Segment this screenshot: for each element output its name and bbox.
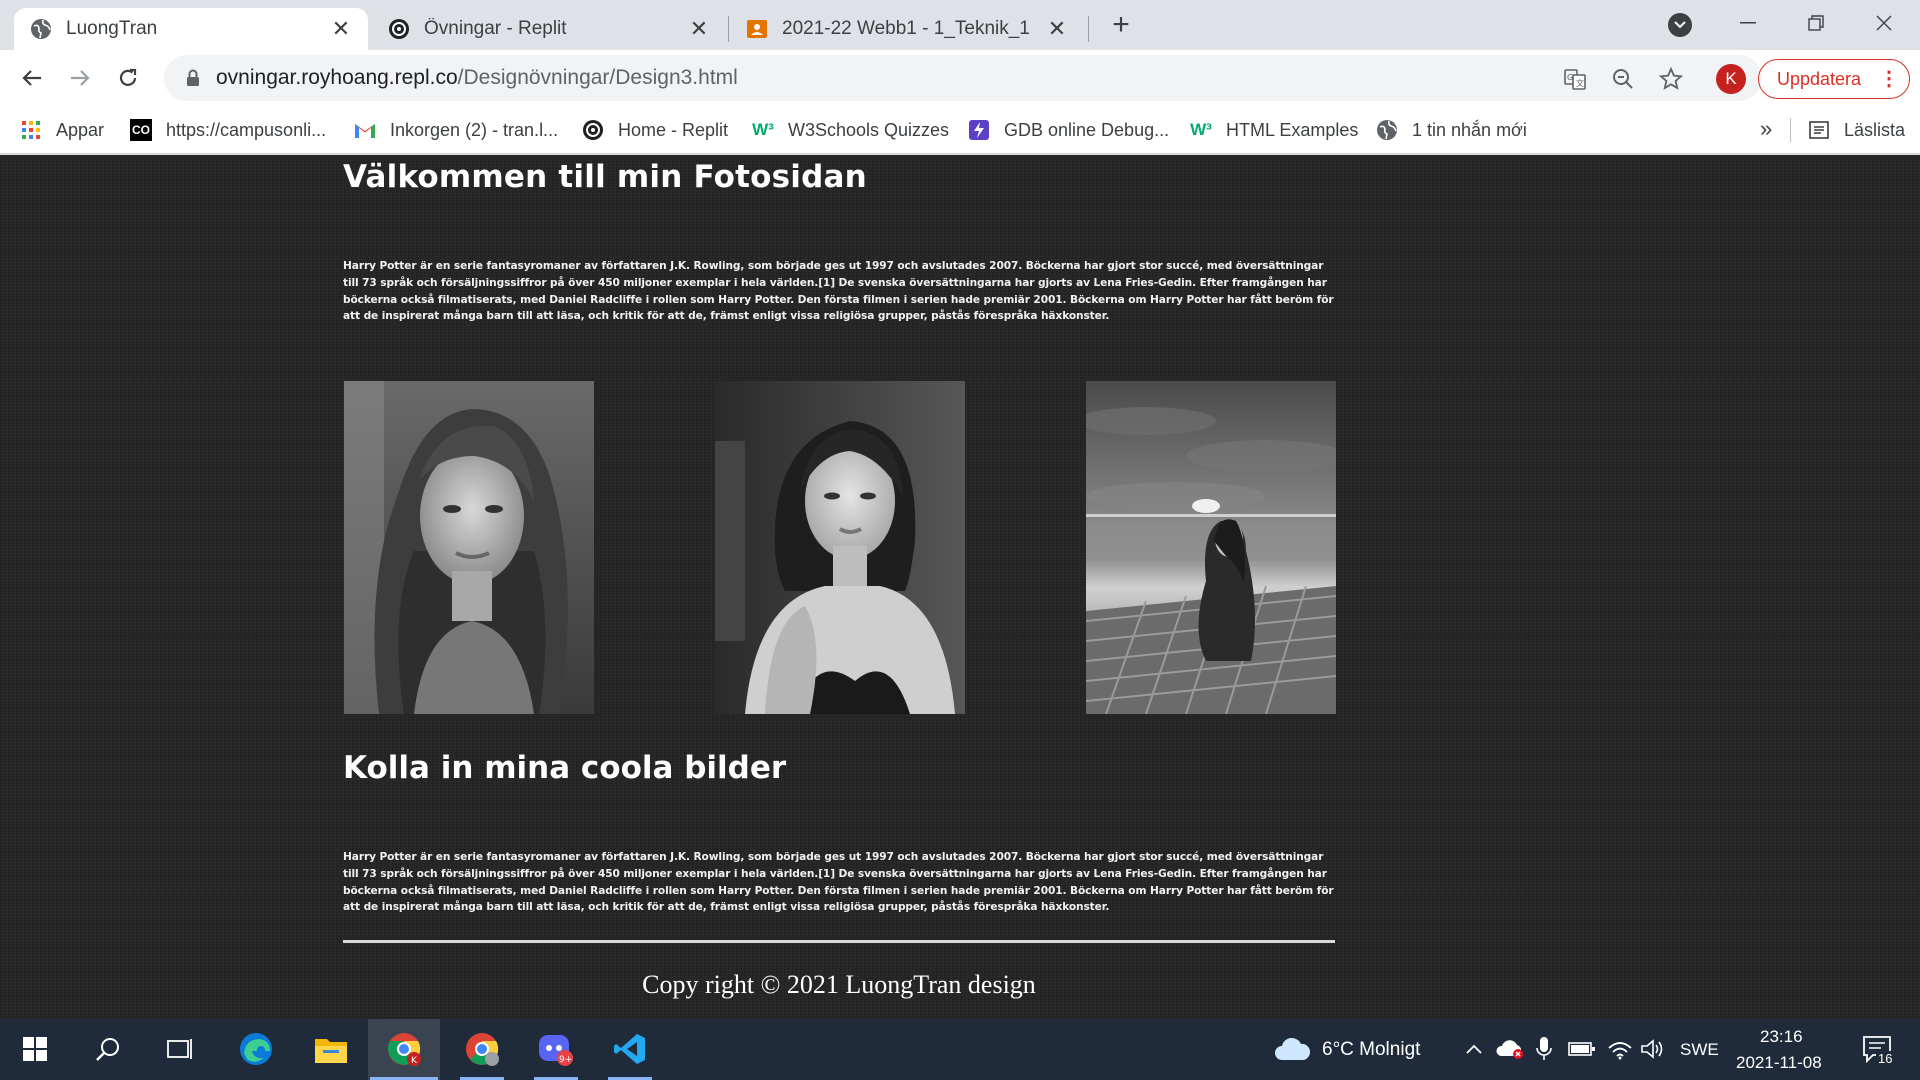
tab-title: Övningar - Replit (424, 18, 567, 39)
classroom-icon (746, 18, 768, 40)
weather-cloud-icon[interactable] (1272, 1029, 1312, 1069)
intro-paragraph: Harry Potter är en serie fantasyromaner … (343, 260, 1334, 323)
bookmark-appar[interactable]: Appar (20, 116, 104, 144)
chrome-profile-icon[interactable] (462, 1029, 502, 1069)
update-label: Uppdatera (1777, 68, 1862, 89)
windows-taskbar: K 9+ 6°C Molnigt SWE 23:16 2021-11-08 16 (0, 1019, 1920, 1080)
restore-icon[interactable] (1796, 8, 1836, 38)
back-button[interactable] (16, 62, 48, 94)
reading-list[interactable]: Läslista (1808, 116, 1905, 144)
w3schools-icon: W³ (752, 120, 774, 139)
microphone-icon[interactable] (1524, 1029, 1564, 1069)
globe-icon (1376, 119, 1398, 141)
photo-portrait-woman (344, 381, 594, 714)
tab-classroom[interactable]: 2021-22 Webb1 - 1_Teknik_1 ✕ (730, 8, 1084, 50)
task-view-icon[interactable] (160, 1029, 200, 1069)
second-paragraph: Harry Potter är en serie fantasyromaner … (343, 851, 1334, 914)
tab-strip: LuongTran ✕ Övningar - Replit ✕ 2021-22 … (0, 0, 1920, 50)
tab-title: LuongTran (66, 18, 158, 39)
search-icon[interactable] (88, 1029, 128, 1069)
bookmark-label: W3Schools Quizzes (788, 119, 950, 140)
bookmarks-bar: Appar CO https://campusonli... Inkorgen … (0, 106, 1920, 154)
discord-icon[interactable]: 9+ (536, 1029, 576, 1069)
tab-search-icon[interactable] (1668, 13, 1692, 37)
bookmark-tin-nhan[interactable]: 1 tin nhắn mới (1376, 116, 1527, 144)
bookmark-inkorgen[interactable]: Inkorgen (2) - tran.l... (354, 116, 558, 144)
bookmark-label: Inkorgen (2) - tran.l... (390, 119, 559, 140)
bookmark-label: Appar (56, 119, 105, 140)
close-icon[interactable]: ✕ (688, 16, 710, 41)
reload-button[interactable] (112, 62, 144, 94)
footer-copyright: Copy right © 2021 LuongTran design (642, 970, 1036, 999)
gdb-icon (968, 119, 990, 141)
replit-icon (388, 18, 410, 40)
lock-icon[interactable] (182, 67, 204, 89)
bookmark-label: 1 tin nhắn mới (1412, 119, 1527, 140)
replit-icon (582, 119, 604, 141)
bookmarks-divider (1790, 118, 1791, 142)
clock-time[interactable]: 23:16 (1760, 1027, 1803, 1047)
bookmark-label: GDB online Debug... (1004, 119, 1170, 140)
section-title: Kolla in mina coola bilder (343, 750, 787, 786)
chrome-icon[interactable]: K (384, 1029, 424, 1069)
url-text[interactable]: ovningar.royhoang.repl.co/Designövningar… (216, 66, 738, 90)
weather-text[interactable]: 6°C Molnigt (1322, 1039, 1420, 1061)
more-menu-icon[interactable]: ⋮ (1879, 68, 1899, 90)
globe-icon (30, 18, 52, 40)
tab-separator (728, 16, 729, 42)
battery-icon[interactable] (1562, 1029, 1602, 1069)
bookmark-w3schools-quizzes[interactable]: W³ W3Schools Quizzes (752, 116, 949, 144)
clock-date[interactable]: 2021-11-08 (1736, 1053, 1822, 1073)
tab-luongtran[interactable]: LuongTran ✕ (14, 8, 368, 50)
new-tab-button[interactable]: + (1106, 10, 1136, 40)
svg-text:文: 文 (1576, 78, 1584, 88)
tab-separator (1088, 16, 1089, 42)
bookmark-label: Home - Replit (618, 119, 729, 140)
profile-avatar[interactable]: K (1716, 64, 1746, 94)
url-path: /Designövningar/Design3.html (457, 66, 738, 89)
co-icon: CO (130, 119, 152, 141)
forward-button[interactable] (64, 62, 96, 94)
update-button[interactable]: Uppdatera ⋮ (1758, 59, 1910, 99)
close-icon[interactable]: ✕ (1046, 16, 1068, 41)
page-title: Välkommen till min Fotosidan (343, 159, 867, 195)
close-icon[interactable]: ✕ (330, 16, 352, 41)
browser-toolbar: ovningar.royhoang.repl.co/Designövningar… (0, 50, 1920, 106)
bookmark-campusonline[interactable]: CO https://campusonli... (130, 116, 326, 144)
address-bar[interactable]: ovningar.royhoang.repl.co/Designövningar… (164, 55, 1762, 101)
file-explorer-icon[interactable] (311, 1029, 351, 1069)
gmail-icon (354, 119, 376, 141)
volume-icon[interactable] (1632, 1029, 1672, 1069)
vscode-icon[interactable] (610, 1029, 650, 1069)
zoom-icon[interactable] (1610, 66, 1636, 92)
window-close-icon[interactable] (1864, 8, 1904, 38)
tab-replit[interactable]: Övningar - Replit ✕ (372, 8, 726, 50)
discord-badge: 9+ (559, 1055, 572, 1065)
chevron-up-icon[interactable] (1454, 1029, 1494, 1069)
input-language[interactable]: SWE (1680, 1040, 1719, 1060)
bookmark-label: HTML Examples (1226, 119, 1359, 140)
windows-start-icon[interactable] (15, 1029, 55, 1069)
w3schools-icon: W³ (1190, 120, 1212, 139)
photo-short-hair-woman (715, 381, 965, 714)
tab-title: 2021-22 Webb1 - 1_Teknik_1 (782, 18, 1030, 39)
bookmark-home-replit[interactable]: Home - Replit (582, 116, 728, 144)
apps-grid-icon (20, 119, 42, 141)
more-bookmarks-icon[interactable]: » (1760, 116, 1772, 142)
bookmark-html-examples[interactable]: W³ HTML Examples (1190, 116, 1358, 144)
reading-list-label: Läslista (1844, 119, 1906, 140)
edge-icon[interactable] (236, 1029, 276, 1069)
bookmark-star-icon[interactable] (1658, 66, 1684, 92)
translate-icon[interactable]: G文 (1562, 66, 1588, 92)
svg-text:G: G (1567, 73, 1573, 82)
url-host: ovningar.royhoang.repl.co (216, 66, 458, 89)
bookmark-label: https://campusonli... (166, 119, 327, 140)
notification-count: 16 (1876, 1051, 1895, 1066)
minimize-icon[interactable] (1728, 8, 1768, 38)
footer-divider (343, 940, 1335, 943)
reading-list-icon (1808, 119, 1830, 141)
photo-sea-sunset (1086, 381, 1336, 714)
bookmark-gdb[interactable]: GDB online Debug... (968, 116, 1169, 144)
page-viewport[interactable]: Välkommen till min Fotosidan Harry Potte… (0, 155, 1920, 1019)
